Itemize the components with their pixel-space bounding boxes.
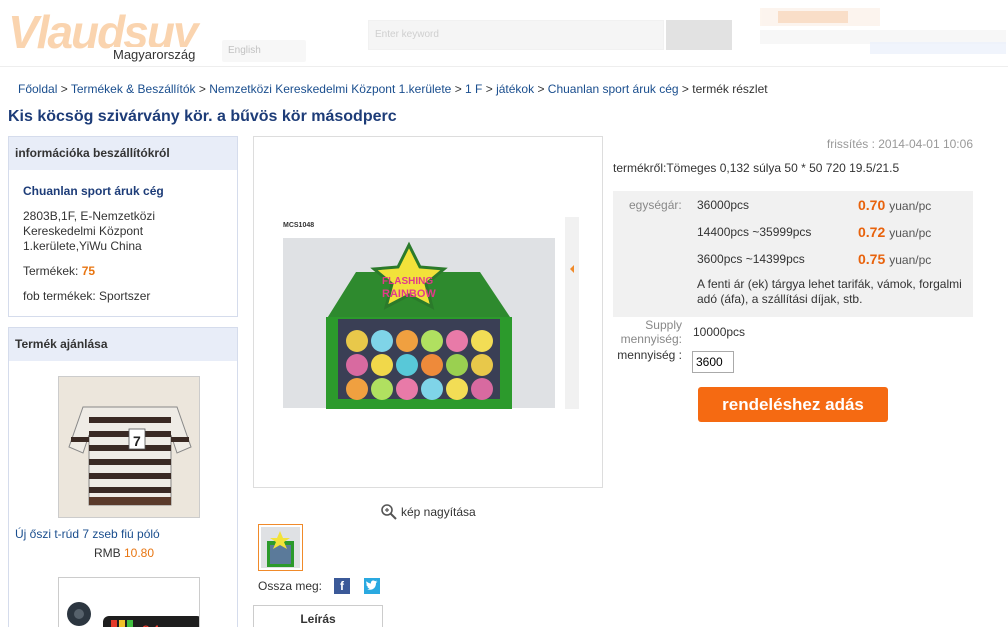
supplier-products-label: Termékek: <box>23 264 82 278</box>
supplier-panel: információka beszállítókról Chuanlan spo… <box>8 136 238 317</box>
zoom-image-link[interactable]: kép nagyítása <box>380 503 476 521</box>
breadcrumb-separator: > <box>678 82 693 96</box>
breadcrumb-separator: > <box>534 82 548 96</box>
supplier-address: 2803B,1F, E-Nemzetközi Kereskedelmi Közp… <box>23 209 156 253</box>
header-promo[interactable] <box>760 8 880 26</box>
header-links[interactable] <box>870 42 1006 54</box>
recommend-panel-header: Termék ajánlása <box>9 328 237 361</box>
quantity-label: mennyiség : <box>617 348 682 362</box>
tier-price-value: 0.70 <box>858 197 886 213</box>
updated-timestamp: frissítés : 2014-04-01 10:06 <box>826 137 973 151</box>
tier-price-unit: yuan/pc <box>889 199 932 213</box>
country-label: Magyarország <box>110 47 199 62</box>
price-value: 10.80 <box>124 546 155 560</box>
product-thumbnail[interactable] <box>258 524 303 571</box>
tier-price: 0.75 yuan/pc <box>858 251 931 267</box>
recommended-product-price: RMB 10.80 <box>94 546 154 560</box>
tab-description[interactable]: Leírás <box>253 605 383 627</box>
zoom-label[interactable]: kép nagyítása <box>401 505 476 519</box>
tax-note: A fenti ár (ek) tárgya lehet tarifák, vá… <box>697 277 962 306</box>
tier-price-unit: yuan/pc <box>889 253 932 267</box>
share-bar: Ossza meg: f <box>258 578 381 594</box>
unit-price-label: egységár: <box>629 198 682 212</box>
tier-qty: 36000pcs <box>697 198 750 212</box>
supply-label: Supply mennyiség: <box>620 318 682 346</box>
price-table: egységár: 36000pcs 0.70 yuan/pc 14400pcs … <box>613 191 973 317</box>
tier-qty: 3600pcs ~14399pcs <box>697 252 805 266</box>
breadcrumb-link[interactable]: Főoldal <box>18 82 57 96</box>
breadcrumb-current: termék részlet <box>692 82 768 96</box>
search-input[interactable]: Enter keyword <box>368 20 664 50</box>
tier-price-value: 0.75 <box>858 251 886 267</box>
supply-value: 10000pcs <box>693 325 746 339</box>
tier-price-unit: yuan/pc <box>889 226 932 240</box>
header-divider <box>0 66 1008 67</box>
facebook-icon[interactable]: f <box>334 578 351 594</box>
recommend-panel: Termék ajánlása 7 Új őszi t-rúd 7 zseb f… <box>8 327 238 627</box>
breadcrumb-separator: > <box>482 82 497 96</box>
breadcrumb-link[interactable]: Nemzetközi Kereskedelmi Központ 1.kerüle… <box>209 82 451 96</box>
tier-price-value: 0.72 <box>858 224 886 240</box>
supplier-products-count[interactable]: 75 <box>82 264 95 278</box>
breadcrumb-link[interactable]: 1 F <box>465 82 482 96</box>
supplier-products: Termékek: 75 <box>23 264 95 278</box>
magnifier-icon <box>381 504 397 520</box>
supplier-fob: fob termékek: Sportszer <box>23 289 151 303</box>
twitter-icon[interactable] <box>364 578 381 594</box>
quantity-input[interactable] <box>692 351 734 373</box>
breadcrumb-link[interactable]: Termékek & Beszállítók <box>71 82 196 96</box>
breadcrumb-separator: > <box>57 82 71 96</box>
recommended-product-link[interactable]: Új őszi t-rúd 7 zseb fiú póló <box>15 527 160 541</box>
breadcrumb-link[interactable]: Chuanlan sport áruk cég <box>548 82 679 96</box>
product-main-image[interactable]: MCS1048 FLASHING RAINBOW <box>253 136 603 488</box>
svg-text:7: 7 <box>133 433 141 449</box>
recommended-product-image-2[interactable]: 04 <box>58 577 200 627</box>
parking-sensor-readout: 04 <box>141 623 160 627</box>
tier-price: 0.70 yuan/pc <box>858 197 931 213</box>
tier-qty: 14400pcs ~35999pcs <box>697 225 812 239</box>
breadcrumb-separator: > <box>195 82 210 96</box>
box-text-1: FLASHING <box>382 276 433 287</box>
price-currency: RMB <box>94 546 124 560</box>
page-title: Kis köcsög szivárvány kör. a bűvös kör m… <box>8 108 397 125</box>
tier-price: 0.72 yuan/pc <box>858 224 931 240</box>
box-text-2: RAINBOW <box>382 288 436 300</box>
search-button[interactable] <box>666 20 732 50</box>
recommended-product-image[interactable]: 7 <box>58 376 200 518</box>
supplier-name-link[interactable]: Chuanlan sport áruk cég <box>23 184 164 198</box>
supplier-panel-header: információka beszállítókról <box>9 137 237 170</box>
breadcrumb-link[interactable]: játékok <box>496 82 534 96</box>
image-code: MCS1048 <box>283 222 314 229</box>
language-select[interactable]: English <box>222 40 306 62</box>
breadcrumb-separator: > <box>451 82 466 96</box>
add-to-order-button[interactable]: rendeléshez adás <box>698 387 888 422</box>
product-weight-info: termékről:Tömeges 0,132 súlya 50 * 50 72… <box>613 161 900 175</box>
breadcrumb: Főoldal > Termékek & Beszállítók > Nemze… <box>18 82 768 96</box>
share-label: Ossza meg: <box>258 579 323 593</box>
